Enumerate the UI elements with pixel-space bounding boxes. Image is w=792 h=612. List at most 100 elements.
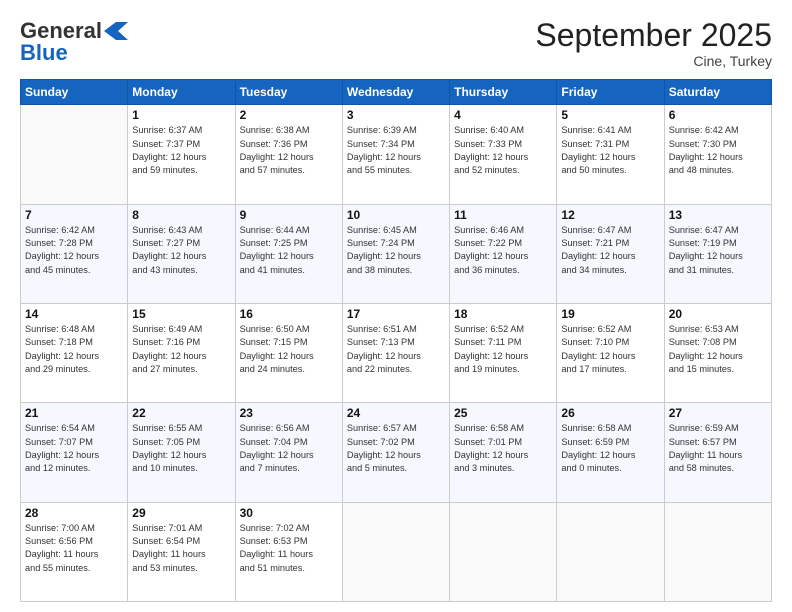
calendar-cell — [557, 502, 664, 601]
location: Cine, Turkey — [535, 53, 772, 69]
calendar-cell: 13 Sunrise: 6:47 AM Sunset: 7:19 PM Dayli… — [664, 204, 771, 303]
day-number: 17 — [347, 307, 445, 321]
day-number: 11 — [454, 208, 552, 222]
day-number: 2 — [240, 108, 338, 122]
day-info: Sunrise: 6:47 AM Sunset: 7:19 PM Dayligh… — [669, 224, 767, 277]
day-info: Sunrise: 6:55 AM Sunset: 7:05 PM Dayligh… — [132, 422, 230, 475]
calendar-cell: 11 Sunrise: 6:46 AM Sunset: 7:22 PM Dayli… — [450, 204, 557, 303]
calendar-cell: 15 Sunrise: 6:49 AM Sunset: 7:16 PM Dayli… — [128, 303, 235, 402]
calendar-cell — [664, 502, 771, 601]
logo: General Blue — [20, 18, 128, 66]
calendar-cell: 20 Sunrise: 6:53 AM Sunset: 7:08 PM Dayli… — [664, 303, 771, 402]
day-header-sunday: Sunday — [21, 80, 128, 105]
day-info: Sunrise: 6:46 AM Sunset: 7:22 PM Dayligh… — [454, 224, 552, 277]
day-number: 13 — [669, 208, 767, 222]
day-number: 29 — [132, 506, 230, 520]
day-info: Sunrise: 7:02 AM Sunset: 6:53 PM Dayligh… — [240, 522, 338, 575]
calendar-cell: 7 Sunrise: 6:42 AM Sunset: 7:28 PM Daylig… — [21, 204, 128, 303]
day-info: Sunrise: 6:58 AM Sunset: 7:01 PM Dayligh… — [454, 422, 552, 475]
calendar-cell: 8 Sunrise: 6:43 AM Sunset: 7:27 PM Daylig… — [128, 204, 235, 303]
day-info: Sunrise: 6:41 AM Sunset: 7:31 PM Dayligh… — [561, 124, 659, 177]
calendar-cell: 17 Sunrise: 6:51 AM Sunset: 7:13 PM Dayli… — [342, 303, 449, 402]
day-number: 18 — [454, 307, 552, 321]
calendar-cell: 6 Sunrise: 6:42 AM Sunset: 7:30 PM Daylig… — [664, 105, 771, 204]
day-header-tuesday: Tuesday — [235, 80, 342, 105]
month-title: September 2025 — [535, 18, 772, 53]
day-info: Sunrise: 7:00 AM Sunset: 6:56 PM Dayligh… — [25, 522, 123, 575]
day-info: Sunrise: 6:39 AM Sunset: 7:34 PM Dayligh… — [347, 124, 445, 177]
day-number: 21 — [25, 406, 123, 420]
calendar-cell: 9Sunrise: 6:44 AM Sunset: 7:25 PM Daylig… — [235, 204, 342, 303]
day-info: Sunrise: 6:38 AM Sunset: 7:36 PM Dayligh… — [240, 124, 338, 177]
day-info: Sunrise: 6:42 AM Sunset: 7:30 PM Dayligh… — [669, 124, 767, 177]
day-info: Sunrise: 6:48 AM Sunset: 7:18 PM Dayligh… — [25, 323, 123, 376]
calendar-week-row: 7 Sunrise: 6:42 AM Sunset: 7:28 PM Daylig… — [21, 204, 772, 303]
calendar-cell: 14 Sunrise: 6:48 AM Sunset: 7:18 PM Dayli… — [21, 303, 128, 402]
day-header-friday: Friday — [557, 80, 664, 105]
day-number: 24 — [347, 406, 445, 420]
day-number: 1 — [132, 108, 230, 122]
day-number: 3 — [347, 108, 445, 122]
day-info: Sunrise: 6:42 AM Sunset: 7:28 PM Dayligh… — [25, 224, 123, 277]
day-info: Sunrise: 6:52 AM Sunset: 7:10 PM Dayligh… — [561, 323, 659, 376]
day-number: 26 — [561, 406, 659, 420]
calendar-cell: 30 Sunrise: 7:02 AM Sunset: 6:53 PM Dayli… — [235, 502, 342, 601]
day-number: 6 — [669, 108, 767, 122]
calendar-week-row: 28Sunrise: 7:00 AM Sunset: 6:56 PM Dayli… — [21, 502, 772, 601]
day-number: 5 — [561, 108, 659, 122]
day-info: Sunrise: 6:47 AM Sunset: 7:21 PM Dayligh… — [561, 224, 659, 277]
day-info: Sunrise: 6:57 AM Sunset: 7:02 PM Dayligh… — [347, 422, 445, 475]
day-info: Sunrise: 6:51 AM Sunset: 7:13 PM Dayligh… — [347, 323, 445, 376]
calendar-cell: 18 Sunrise: 6:52 AM Sunset: 7:11 PM Dayli… — [450, 303, 557, 402]
calendar-week-row: 1Sunrise: 6:37 AM Sunset: 7:37 PM Daylig… — [21, 105, 772, 204]
day-info: Sunrise: 7:01 AM Sunset: 6:54 PM Dayligh… — [132, 522, 230, 575]
calendar-cell: 5 Sunrise: 6:41 AM Sunset: 7:31 PM Daylig… — [557, 105, 664, 204]
calendar-cell: 22 Sunrise: 6:55 AM Sunset: 7:05 PM Dayli… — [128, 403, 235, 502]
title-block: September 2025 Cine, Turkey — [535, 18, 772, 69]
day-number: 27 — [669, 406, 767, 420]
calendar-week-row: 21Sunrise: 6:54 AM Sunset: 7:07 PM Dayli… — [21, 403, 772, 502]
day-number: 19 — [561, 307, 659, 321]
day-info: Sunrise: 6:43 AM Sunset: 7:27 PM Dayligh… — [132, 224, 230, 277]
day-number: 8 — [132, 208, 230, 222]
calendar-header-row: SundayMondayTuesdayWednesdayThursdayFrid… — [21, 80, 772, 105]
calendar-cell: 2 Sunrise: 6:38 AM Sunset: 7:36 PM Daylig… — [235, 105, 342, 204]
day-number: 20 — [669, 307, 767, 321]
day-info: Sunrise: 6:44 AM Sunset: 7:25 PM Dayligh… — [240, 224, 338, 277]
calendar-week-row: 14 Sunrise: 6:48 AM Sunset: 7:18 PM Dayli… — [21, 303, 772, 402]
calendar-cell — [21, 105, 128, 204]
day-info: Sunrise: 6:45 AM Sunset: 7:24 PM Dayligh… — [347, 224, 445, 277]
day-number: 7 — [25, 208, 123, 222]
day-number: 25 — [454, 406, 552, 420]
day-number: 16 — [240, 307, 338, 321]
day-info: Sunrise: 6:58 AM Sunset: 6:59 PM Dayligh… — [561, 422, 659, 475]
day-info: Sunrise: 6:56 AM Sunset: 7:04 PM Dayligh… — [240, 422, 338, 475]
calendar-cell: 4 Sunrise: 6:40 AM Sunset: 7:33 PM Daylig… — [450, 105, 557, 204]
day-header-monday: Monday — [128, 80, 235, 105]
calendar-cell: 26 Sunrise: 6:58 AM Sunset: 6:59 PM Dayli… — [557, 403, 664, 502]
calendar-cell: 25 Sunrise: 6:58 AM Sunset: 7:01 PM Dayli… — [450, 403, 557, 502]
day-info: Sunrise: 6:49 AM Sunset: 7:16 PM Dayligh… — [132, 323, 230, 376]
day-number: 12 — [561, 208, 659, 222]
calendar-cell: 10Sunrise: 6:45 AM Sunset: 7:24 PM Dayli… — [342, 204, 449, 303]
day-number: 23 — [240, 406, 338, 420]
calendar-cell: 29 Sunrise: 7:01 AM Sunset: 6:54 PM Dayli… — [128, 502, 235, 601]
calendar-cell: 1Sunrise: 6:37 AM Sunset: 7:37 PM Daylig… — [128, 105, 235, 204]
day-number: 15 — [132, 307, 230, 321]
day-info: Sunrise: 6:53 AM Sunset: 7:08 PM Dayligh… — [669, 323, 767, 376]
calendar-cell: 19 Sunrise: 6:52 AM Sunset: 7:10 PM Dayli… — [557, 303, 664, 402]
day-info: Sunrise: 6:40 AM Sunset: 7:33 PM Dayligh… — [454, 124, 552, 177]
page: General Blue September 2025 Cine, Turkey… — [0, 0, 792, 612]
day-info: Sunrise: 6:52 AM Sunset: 7:11 PM Dayligh… — [454, 323, 552, 376]
calendar-cell: 24 Sunrise: 6:57 AM Sunset: 7:02 PM Dayli… — [342, 403, 449, 502]
calendar-cell: 27 Sunrise: 6:59 AM Sunset: 6:57 PM Dayli… — [664, 403, 771, 502]
header: General Blue September 2025 Cine, Turkey — [20, 18, 772, 69]
day-header-thursday: Thursday — [450, 80, 557, 105]
day-number: 30 — [240, 506, 338, 520]
day-number: 14 — [25, 307, 123, 321]
calendar-cell: 28Sunrise: 7:00 AM Sunset: 6:56 PM Dayli… — [21, 502, 128, 601]
day-number: 4 — [454, 108, 552, 122]
calendar-cell: 23 Sunrise: 6:56 AM Sunset: 7:04 PM Dayli… — [235, 403, 342, 502]
day-number: 22 — [132, 406, 230, 420]
day-info: Sunrise: 6:59 AM Sunset: 6:57 PM Dayligh… — [669, 422, 767, 475]
